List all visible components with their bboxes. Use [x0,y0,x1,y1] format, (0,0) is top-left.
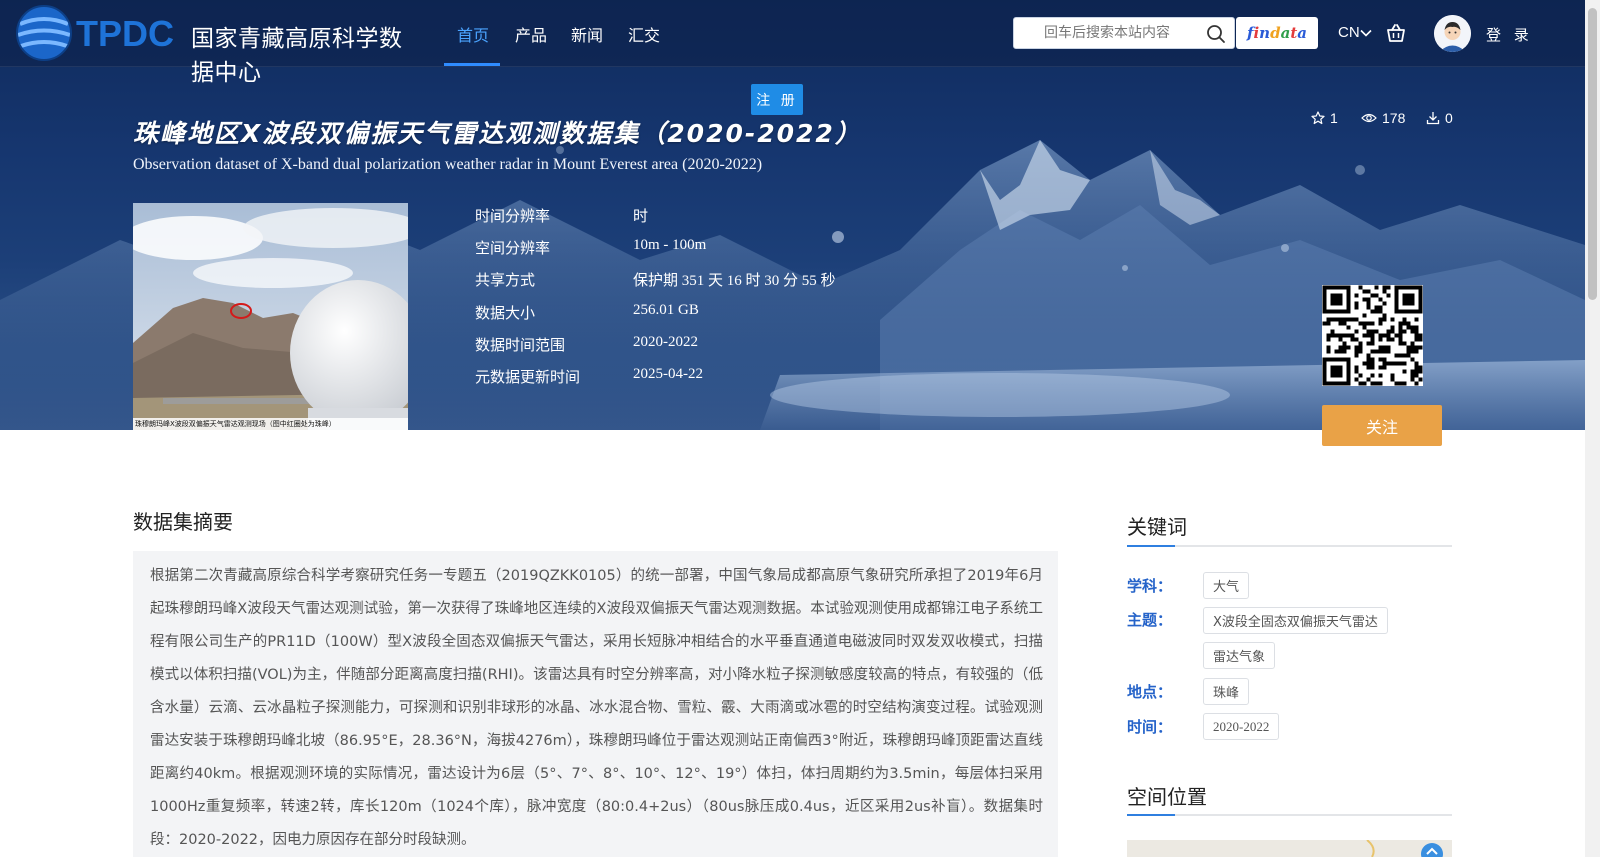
meta-key: 共享方式 [475,271,536,289]
chevron-down-icon[interactable] [1360,27,1372,39]
star-count: 1 [1330,110,1338,126]
views-number: 178 [1382,110,1406,126]
dataset-thumbnail[interactable]: 珠穆朗玛峰X波段双偏振天气雷达观测现场（图中红圈处为珠峰） [133,203,408,430]
qr-code-icon [1322,285,1423,386]
qr-code [1322,285,1423,386]
follow-button[interactable]: 关注 [1322,405,1442,446]
page-scrollbar[interactable] [1585,0,1600,857]
download-icon [1426,112,1440,125]
keyword-label-time: 时间： [1127,718,1173,736]
meta-key: 时间分辨率 [475,207,551,225]
keyword-tag[interactable]: 2020-2022 [1203,713,1280,740]
meta-value: 2025-04-22 [633,366,703,382]
nav-news[interactable]: 新闻 [571,22,603,46]
dataset-title-en: Observation dataset of X-band dual polar… [133,156,763,173]
abstract-box: 根据第二次青藏高原综合科学考察研究任务一专题五（2019QZKK0105）的统一… [133,551,1058,857]
globe-logo-icon: TPDC [16,5,174,61]
avatar[interactable] [1434,15,1471,52]
meta-key: 元数据更新时间 [475,368,581,386]
scrollbar-thumb[interactable] [1588,8,1597,300]
findata-button[interactable]: findata [1236,17,1318,49]
dataset-title-cn: 珠峰地区X波段双偏振天气雷达观测数据集（2020-2022） [133,119,862,148]
login-link[interactable]: 登 录 [1486,24,1533,45]
search-input[interactable] [1014,18,1204,48]
keyword-label-subject: 学科： [1127,577,1173,595]
eye-icon [1361,113,1377,123]
download-count: 0 [1426,110,1453,126]
keywords-title: 关键词 [1127,515,1187,539]
nav-submit[interactable]: 汇交 [628,22,660,46]
star-icon [1311,111,1325,125]
meta-key: 空间分辨率 [475,239,551,257]
search-box[interactable] [1013,17,1235,49]
meta-key: 数据大小 [475,304,536,322]
downloads-number: 0 [1445,110,1453,126]
nav-home[interactable]: 首页 [457,22,489,46]
abstract-title: 数据集摘要 [133,510,233,534]
favorite-count[interactable]: 1 [1311,110,1338,126]
meta-value: 256.01 GB [633,302,699,318]
radar-photo [133,203,408,430]
nav-active-indicator [444,63,500,66]
meta-value: 时 [633,209,649,225]
location-title: 空间位置 [1127,785,1207,809]
keyword-label-theme: 主题： [1127,611,1173,629]
tpdc-logo[interactable]: TPDC 国家青藏高原科学数据中心 [14,2,404,86]
meta-value: 10m - 100m [633,237,707,253]
map-preview [1366,840,1443,857]
keyword-tag[interactable]: X波段全固态双偏振天气雷达 [1203,607,1388,634]
view-count: 178 [1361,110,1405,126]
thumbnail-caption: 珠穆朗玛峰X波段双偏振天气雷达观测现场（图中红圈处为珠峰） [133,418,408,430]
meta-key: 数据时间范围 [475,336,566,354]
keyword-tag[interactable]: 雷达气象 [1203,642,1276,669]
keywords-divider [1127,545,1452,547]
search-icon[interactable] [1206,24,1226,44]
abstract-text: 根据第二次青藏高原综合科学考察研究任务一专题五（2019QZKK0105）的统一… [150,568,1043,848]
logo-abbr: TPDC [76,13,174,54]
keyword-tag[interactable]: 珠峰 [1203,678,1250,705]
logo-text: 国家青藏高原科学数据中心 [191,26,403,86]
nav-products[interactable]: 产品 [515,22,547,46]
meta-value: 2020-2022 [633,334,698,350]
location-divider [1127,814,1452,816]
location-map[interactable] [1127,840,1452,857]
cart-icon[interactable] [1385,22,1407,44]
meta-value: 保护期 351 天 16 时 30 分 55 秒 [633,273,836,289]
register-button[interactable]: 注 册 [751,84,803,115]
top-navigation-bar: TPDC 国家青藏高原科学数据中心 首页 产品 新闻 汇交 findata CN [0,0,1585,86]
language-switch[interactable]: CN [1338,24,1360,41]
user-avatar-icon [1434,15,1471,52]
keyword-label-place: 地点： [1127,683,1173,701]
keyword-tag[interactable]: 大气 [1203,572,1250,599]
